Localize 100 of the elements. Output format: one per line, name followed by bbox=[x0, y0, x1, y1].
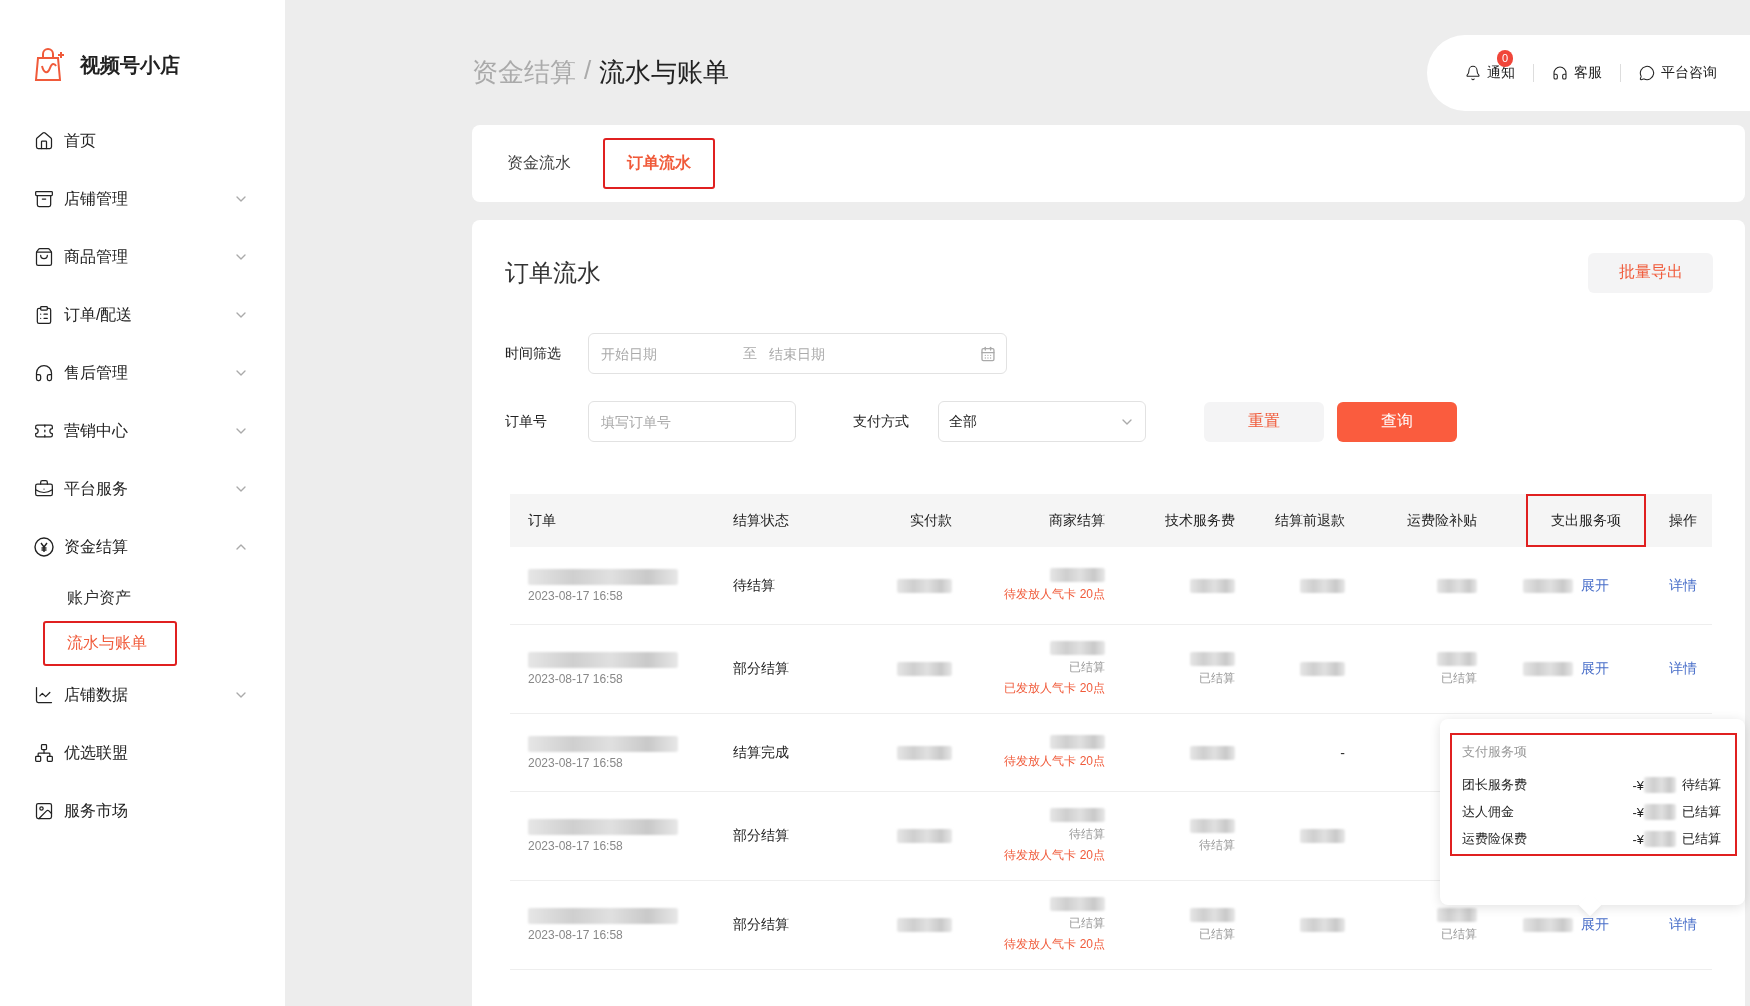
blurred-value bbox=[1523, 662, 1573, 676]
blurred-value bbox=[1300, 918, 1345, 932]
clipboard-icon bbox=[34, 305, 54, 325]
blurred-value bbox=[1523, 918, 1573, 932]
details-link[interactable]: 详情 bbox=[1668, 916, 1697, 934]
settlement-state: 待结算 bbox=[1069, 826, 1105, 843]
column-header: 结算前退款 bbox=[1275, 510, 1345, 530]
network-icon bbox=[34, 743, 54, 763]
payment-select[interactable]: 全部 bbox=[938, 401, 1146, 442]
blurred-value bbox=[1190, 578, 1235, 593]
order-time: 2023-08-17 16:58 bbox=[528, 928, 623, 942]
details-link[interactable]: 详情 bbox=[1668, 660, 1697, 678]
expand-link[interactable]: 展开 bbox=[1581, 576, 1609, 595]
blurred-value bbox=[1300, 662, 1345, 676]
header-button[interactable]: 通知 bbox=[1447, 64, 1533, 82]
blurred-value bbox=[1050, 641, 1105, 655]
order-time: 2023-08-17 16:58 bbox=[528, 839, 623, 853]
blurred-value bbox=[1190, 818, 1235, 833]
sidebar-item[interactable]: 优选联盟 bbox=[34, 724, 249, 782]
brand-name: 视频号小店 bbox=[80, 52, 180, 78]
settlement-status: 结算完成 bbox=[733, 743, 789, 762]
headset-icon bbox=[34, 363, 54, 383]
page-title: 流水与账单 bbox=[599, 56, 730, 89]
column-header: 技术服务费 bbox=[1165, 510, 1235, 530]
blurred-value bbox=[1644, 804, 1676, 820]
settlement-status: 待结算 bbox=[733, 576, 775, 595]
filter-label: 支付方式 bbox=[853, 412, 910, 431]
blurred-value bbox=[1437, 578, 1477, 593]
blurred-value bbox=[1644, 831, 1676, 847]
column-header: 支出服务项 bbox=[1525, 494, 1646, 547]
filter-label: 时间筛选 bbox=[505, 344, 562, 363]
blurred-value bbox=[897, 745, 952, 760]
logo-icon bbox=[34, 48, 66, 82]
settlement-state: 待结算 bbox=[1682, 776, 1721, 794]
sidebar-item[interactable]: 资金结算 bbox=[34, 518, 249, 576]
sidebar-item[interactable]: 订单/配送 bbox=[34, 286, 249, 344]
sidebar-item[interactable]: 服务市场 bbox=[34, 782, 249, 840]
sidebar-item[interactable]: 店铺管理 bbox=[34, 170, 249, 228]
popover-title: 支付服务项 bbox=[1462, 743, 1528, 761]
blurred-value bbox=[1437, 651, 1477, 666]
expand-link[interactable]: 展开 bbox=[1581, 660, 1609, 678]
popularity-card-note: 待发放人气卡 20点 bbox=[1004, 753, 1105, 770]
sidebar-item[interactable]: 商品管理 bbox=[34, 228, 249, 286]
column-header: 订单 bbox=[528, 510, 556, 530]
popularity-card-note: 待发放人气卡 20点 bbox=[1004, 936, 1105, 953]
blurred-value bbox=[897, 829, 952, 843]
sidebar-item[interactable]: 售后管理 bbox=[34, 344, 249, 402]
popularity-card-note: 已发放人气卡 20点 bbox=[1004, 680, 1105, 697]
settlement-state: 已结算 bbox=[1682, 803, 1721, 821]
details-link[interactable]: 详情 bbox=[1668, 576, 1697, 595]
popularity-card-note: 待发放人气卡 20点 bbox=[1004, 847, 1105, 864]
blurred-value bbox=[1050, 808, 1105, 822]
settlement-state: 待结算 bbox=[1199, 836, 1235, 854]
settlement-state: 已结算 bbox=[1069, 659, 1105, 676]
blurred-value bbox=[1437, 907, 1477, 922]
order-time: 2023-08-17 16:58 bbox=[528, 755, 623, 770]
settlement-state: 已结算 bbox=[1682, 830, 1721, 848]
briefcase-icon bbox=[34, 479, 54, 499]
home-icon bbox=[34, 131, 54, 151]
yen-icon bbox=[34, 537, 54, 557]
sidebar-item[interactable]: 营销中心 bbox=[34, 402, 249, 460]
calendar-icon bbox=[980, 345, 996, 362]
sidebar-item[interactable]: 店铺数据 bbox=[34, 666, 249, 724]
section-title: 订单流水 bbox=[505, 257, 601, 288]
settlement-state: 已结算 bbox=[1441, 669, 1477, 687]
blurred-value bbox=[897, 578, 952, 593]
blurred-value bbox=[1050, 568, 1105, 582]
chart-icon bbox=[34, 685, 54, 705]
blurred-value bbox=[897, 918, 952, 932]
blurred-value bbox=[1050, 735, 1105, 749]
popularity-card-note: 待发放人气卡 20点 bbox=[1004, 586, 1105, 603]
header-button[interactable]: 平台咨询 bbox=[1620, 64, 1735, 82]
order-time: 2023-08-17 16:58 bbox=[528, 588, 623, 603]
header-button[interactable]: 客服 bbox=[1533, 64, 1620, 82]
order-number-field[interactable]: 填写订单号 bbox=[588, 401, 796, 442]
blurred-value bbox=[1190, 745, 1235, 760]
breadcrumb-separator: / bbox=[584, 55, 592, 87]
service-item-label: 团长服务费 bbox=[1462, 776, 1528, 794]
sidebar-item[interactable]: 平台服务 bbox=[34, 460, 249, 518]
settlement-status: 部分结算 bbox=[733, 660, 789, 678]
column-header: 运费险补贴 bbox=[1407, 510, 1477, 530]
sidebar-item[interactable]: 首页 bbox=[34, 112, 249, 170]
picture-frame-icon bbox=[34, 801, 54, 821]
blurred-value bbox=[1644, 777, 1676, 793]
bell-icon bbox=[1465, 65, 1481, 81]
blurred-value bbox=[1300, 829, 1345, 843]
refund-value: - bbox=[1340, 744, 1345, 761]
sidebar-subitem[interactable]: 账户资产 bbox=[43, 576, 177, 621]
column-header: 实付款 bbox=[910, 510, 952, 530]
blurred-value bbox=[1190, 907, 1235, 922]
blurred-value bbox=[1300, 578, 1345, 593]
expand-link[interactable]: 展开 bbox=[1581, 916, 1609, 934]
settlement-state: 已结算 bbox=[1199, 925, 1235, 943]
range-separator: 至 bbox=[743, 344, 757, 363]
settlement-status: 部分结算 bbox=[733, 916, 789, 934]
store-icon bbox=[34, 189, 54, 209]
column-header: 结算状态 bbox=[733, 510, 789, 530]
settlement-state: 已结算 bbox=[1441, 925, 1477, 943]
tab[interactable]: 资金流水 bbox=[497, 138, 581, 189]
blurred-value bbox=[897, 662, 952, 676]
